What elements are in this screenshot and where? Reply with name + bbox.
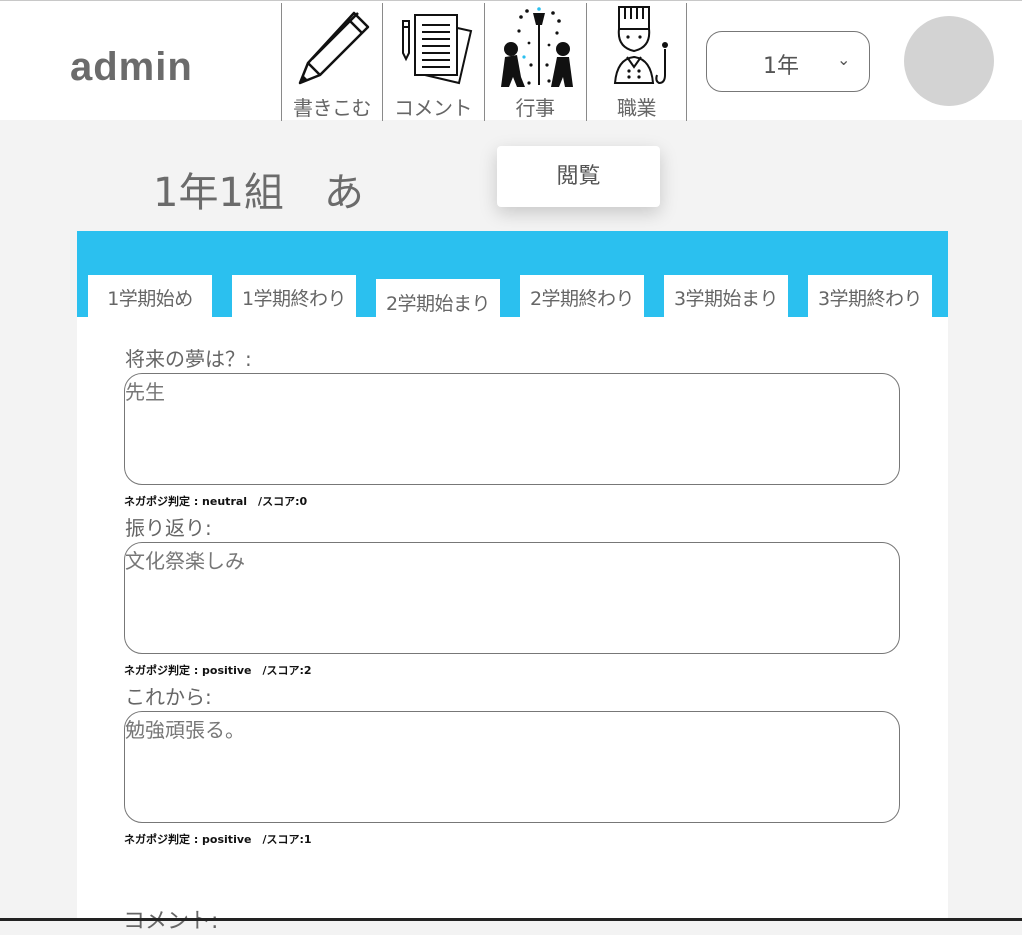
view-menu-item[interactable]: 閲覧 [497, 146, 660, 207]
document-pen-icon [402, 14, 473, 85]
answer-field-future[interactable]: 勉強頑張る。 [124, 711, 900, 823]
sentiment-result-dream: ネガポジ判定 : neutral /スコア:0 [124, 495, 308, 508]
answer-field-reflection[interactable]: 文化祭楽しみ [124, 542, 900, 654]
question-label-future: これから: [125, 685, 212, 709]
nav-event-label: 行事 [515, 96, 556, 120]
answer-field-dream[interactable]: 先生 [124, 373, 900, 485]
nav-write-label: 書きこむ [293, 96, 372, 120]
tab-term2-start[interactable]: 2学期始まり [376, 279, 500, 317]
answer-text-dream: 先生 [125, 380, 165, 404]
tab-term2-end[interactable]: 2学期終わり [520, 275, 644, 317]
nav-job-label: 職業 [617, 96, 657, 120]
nav-write-button[interactable]: 書きこむ [281, 3, 382, 121]
avatar[interactable] [904, 16, 994, 106]
pencil-icon [298, 11, 370, 85]
nav-comment-label: コメント [394, 96, 473, 120]
answer-text-future: 勉強頑張る。 [125, 718, 245, 742]
term-tab-bar: 1学期始め 1学期終わり 2学期始まり 2学期終わり 3学期始まり 3学期終わり [77, 231, 948, 317]
festival-icon [501, 7, 573, 87]
grade-select[interactable]: 1年 ⌄ [706, 31, 870, 92]
top-header: admin 書きこむ コメント 行事 職業 1年 ⌄ [0, 0, 1022, 121]
brand-name: admin [70, 45, 193, 89]
question-label-reflection: 振り返り: [125, 516, 212, 540]
reflection-card: 1学期始め 1学期終わり 2学期始まり 2学期終わり 3学期始まり 3学期終わり… [77, 231, 948, 934]
tab-term3-end[interactable]: 3学期終わり [808, 275, 932, 317]
chevron-down-icon: ⌄ [837, 50, 851, 69]
sentiment-result-reflection: ネガポジ判定 : positive /スコア:2 [124, 664, 312, 677]
answer-text-reflection: 文化祭楽しみ [125, 549, 245, 573]
tab-term1-start[interactable]: 1学期始め [88, 275, 212, 317]
sentiment-result-future: ネガポジ判定 : positive /スコア:1 [124, 833, 312, 846]
grade-select-value: 1年 [763, 54, 799, 79]
nav-comment-button[interactable]: コメント [382, 3, 483, 121]
nav-job-button[interactable]: 職業 [586, 3, 687, 121]
nav-event-button[interactable]: 行事 [484, 3, 585, 121]
question-label-dream: 将来の夢は？: [125, 347, 252, 371]
page-title: 1年1組 あ [153, 170, 364, 216]
tab-term1-end[interactable]: 1学期終わり [232, 275, 356, 317]
tab-term3-start[interactable]: 3学期始まり [664, 275, 788, 317]
chef-icon [613, 6, 668, 85]
